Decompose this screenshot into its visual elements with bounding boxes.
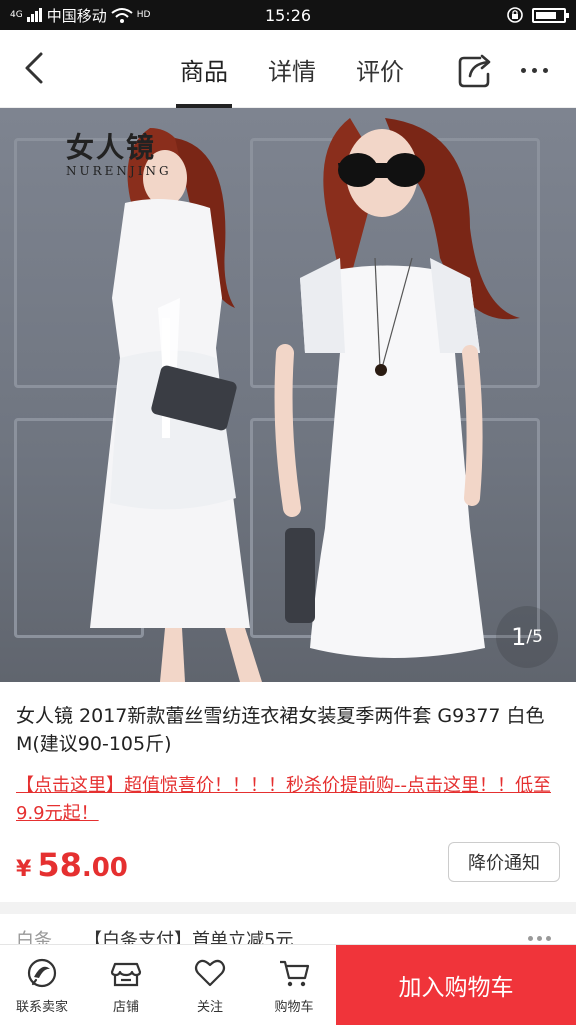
- price-integer: 58: [37, 846, 82, 884]
- store-label: 店铺: [112, 999, 139, 1015]
- status-bar: 4G 中国移动 HD 15:26: [0, 0, 576, 30]
- price-decimal: .00: [81, 853, 128, 883]
- store-button[interactable]: 店铺: [84, 945, 168, 1025]
- network-type: 4G: [10, 10, 23, 20]
- signal-icon: [26, 8, 42, 22]
- tab-product[interactable]: 商品: [160, 30, 248, 108]
- price-symbol: ¥: [16, 857, 32, 882]
- image-counter: 1 /5: [496, 606, 558, 668]
- price-drop-notify-button[interactable]: 降价通知: [448, 842, 560, 882]
- image-counter-current: 1: [511, 623, 527, 651]
- hd-indicator: HD: [136, 10, 151, 20]
- top-nav: 商品 详情 评价: [0, 30, 576, 108]
- product-image-gallery[interactable]: 女人镜 NURENJING 1 /5: [0, 108, 576, 682]
- section-divider: [0, 902, 576, 914]
- share-icon: [458, 54, 491, 88]
- add-to-cart-button[interactable]: 加入购物车: [336, 945, 576, 1025]
- more-dot-icon: [520, 67, 526, 73]
- wifi-icon: [111, 8, 133, 23]
- cart-button[interactable]: 购物车: [252, 945, 336, 1025]
- price: ¥ 58 .00: [16, 846, 128, 884]
- more-dot-icon: [531, 67, 537, 73]
- chat-icon: [27, 958, 57, 987]
- contact-seller-button[interactable]: 联系卖家: [0, 945, 84, 1025]
- brand-logo-en: NURENJING: [66, 164, 172, 178]
- contact-seller-label: 联系卖家: [15, 999, 68, 1015]
- product-title: 女人镜 2017新款蕾丝雪纺连衣裙女装夏季两件套 G9377 白色 M(建议90…: [16, 705, 545, 755]
- heart-icon: [194, 959, 226, 986]
- payment-offer-label: 白条: [16, 930, 52, 946]
- battery-level: [536, 11, 556, 19]
- payment-offer-text: 【白条支付】首单立减5元: [84, 930, 294, 946]
- store-icon: [110, 962, 142, 986]
- more-options-button[interactable]: [512, 52, 556, 88]
- tab-bar: 商品 详情 评价: [160, 30, 424, 108]
- brand-logo-cn: 女人镜: [66, 131, 157, 164]
- carrier-name: 中国移动: [46, 6, 107, 25]
- battery-icon: [532, 7, 569, 23]
- more-dot-icon: [542, 67, 548, 73]
- chevron-left-icon: [25, 52, 43, 84]
- payment-offer-row[interactable]: 白条 【白条支付】首单立减5元: [16, 926, 560, 946]
- more-dots-icon[interactable]: [528, 936, 551, 941]
- cart-label: 购物车: [274, 999, 314, 1015]
- follow-button[interactable]: 关注: [168, 945, 252, 1025]
- back-button[interactable]: [14, 48, 54, 88]
- tab-reviews[interactable]: 评价: [336, 30, 424, 108]
- share-button[interactable]: [456, 52, 496, 88]
- bottom-action-bar: 联系卖家 店铺 关注 购物车 加入购物车: [0, 944, 576, 1025]
- product-photo: [90, 118, 520, 682]
- follow-label: 关注: [196, 999, 223, 1015]
- lock-rotation-icon: [507, 7, 523, 23]
- tab-details[interactable]: 详情: [248, 30, 336, 108]
- promo-link[interactable]: 【点击这里】超值惊喜价！！！！秒杀价提前购--点击这里！！低至9.9元起！: [16, 772, 556, 828]
- cart-icon: [280, 960, 310, 986]
- brand-logo: 女人镜 NURENJING: [66, 126, 172, 178]
- image-counter-total: /5: [526, 627, 543, 647]
